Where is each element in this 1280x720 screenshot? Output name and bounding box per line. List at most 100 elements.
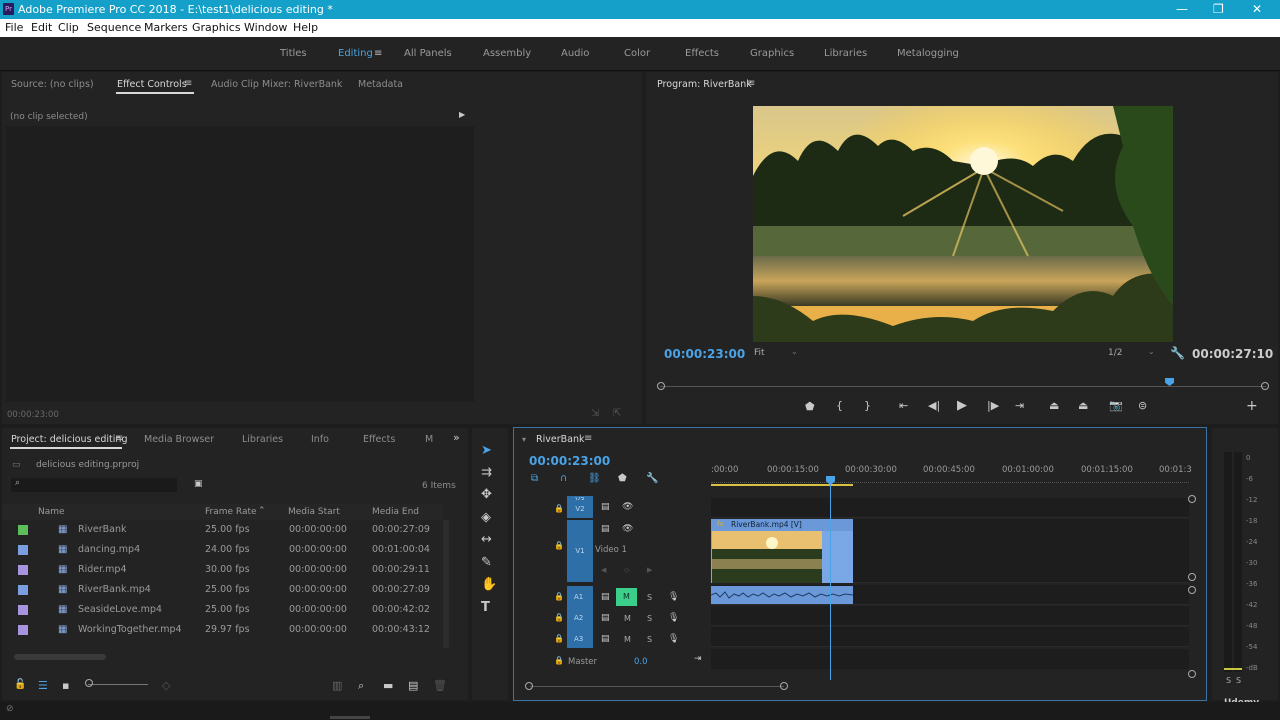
solo-a2-button[interactable]: S bbox=[647, 614, 652, 623]
find-icon[interactable]: ⌕ bbox=[358, 679, 364, 693]
solo-a1-button[interactable]: S bbox=[647, 593, 652, 602]
ripple-edit-tool-icon[interactable]: ✥ bbox=[481, 487, 492, 502]
trash-icon[interactable]: 🗑 bbox=[433, 679, 447, 692]
chevron-down-icon[interactable]: ▾ bbox=[522, 435, 526, 444]
film-icon[interactable]: ▤ bbox=[601, 524, 610, 534]
tab-libraries[interactable]: Libraries bbox=[242, 434, 283, 445]
label-color-swatch[interactable] bbox=[18, 565, 28, 575]
solo-right-button[interactable]: S bbox=[1236, 676, 1241, 685]
vertical-scroll-knob[interactable] bbox=[1188, 670, 1196, 678]
col-media-start[interactable]: Media Start bbox=[288, 507, 340, 517]
eye-icon[interactable]: 👁 bbox=[622, 502, 633, 512]
workspace-effects[interactable]: Effects bbox=[685, 48, 719, 59]
play-triangle-icon[interactable]: ▶ bbox=[459, 110, 465, 119]
lock-icon[interactable]: 🔒 bbox=[554, 541, 564, 550]
sync-lock-icon[interactable]: ▤ bbox=[601, 592, 610, 602]
label-color-swatch[interactable] bbox=[18, 625, 28, 635]
program-playhead[interactable] bbox=[1165, 378, 1175, 386]
tab-media-browser[interactable]: Media Browser bbox=[144, 434, 214, 445]
mute-a1-button[interactable]: M bbox=[616, 588, 637, 606]
maximize-icon[interactable]: ❐ bbox=[1213, 2, 1224, 16]
project-item-row[interactable]: ▦ RiverBank 25.00 fps 00:00:00:00 00:00:27:0… bbox=[2, 520, 442, 540]
a2-lane[interactable] bbox=[711, 606, 1189, 626]
sync-lock-icon[interactable]: ▤ bbox=[601, 613, 610, 623]
tab-project[interactable]: Project: delicious editing bbox=[11, 434, 127, 445]
project-search-input[interactable]: ⌕ bbox=[11, 478, 177, 492]
menu-edit[interactable]: Edit bbox=[31, 21, 52, 34]
lock-icon[interactable]: 🔒 bbox=[554, 634, 564, 643]
label-color-swatch[interactable] bbox=[18, 545, 28, 555]
workspace-graphics[interactable]: Graphics bbox=[750, 48, 794, 59]
keyframe-icon[interactable]: ◇ bbox=[624, 566, 629, 574]
keyframe-prev-icon[interactable]: ◀ bbox=[601, 566, 606, 574]
project-item-row[interactable]: ▦ WorkingTogether.mp4 29.97 fps 00:00:00:00… bbox=[2, 620, 442, 640]
project-item-row[interactable]: ▦ SeasideLove.mp4 25.00 fps 00:00:00:00 00:0… bbox=[2, 600, 442, 620]
mute-a3-button[interactable]: M bbox=[624, 635, 631, 644]
program-timecode[interactable]: 00:00:23:00 bbox=[664, 347, 745, 361]
hand-tool-icon[interactable]: ✋ bbox=[481, 577, 497, 592]
col-frame-rate[interactable]: Frame Rate bbox=[205, 507, 257, 517]
track-v1[interactable]: V1 bbox=[567, 520, 593, 582]
microphone-icon[interactable]: 🎙 bbox=[668, 613, 679, 623]
vertical-scroll-knob[interactable] bbox=[1188, 586, 1196, 594]
go-to-out-icon[interactable]: ⇥ bbox=[1015, 399, 1024, 412]
col-name[interactable]: Name bbox=[38, 507, 65, 517]
project-item-row[interactable]: ▦ dancing.mp4 24.00 fps 00:00:00:00 00:01:00… bbox=[2, 540, 442, 560]
wrench-icon[interactable]: 🔧 bbox=[646, 473, 658, 484]
new-bin-icon[interactable]: ▬ bbox=[383, 679, 393, 692]
horizontal-scrollbar[interactable] bbox=[14, 654, 106, 660]
label-color-swatch[interactable] bbox=[18, 605, 28, 615]
lift-icon[interactable]: ⏏ bbox=[1049, 399, 1059, 412]
button-editor-icon[interactable]: ⊜ bbox=[1138, 399, 1147, 412]
menu-graphics[interactable]: Graphics bbox=[192, 21, 241, 34]
razor-tool-icon[interactable]: ◈ bbox=[481, 510, 491, 525]
menu-sequence[interactable]: Sequence bbox=[87, 21, 141, 34]
track-a1[interactable]: A1 bbox=[574, 593, 583, 601]
go-to-end-icon[interactable]: ⇥ bbox=[694, 654, 702, 664]
step-forward-icon[interactable]: |▶ bbox=[987, 399, 999, 412]
step-back-icon[interactable]: ◀| bbox=[928, 399, 940, 412]
audio-clip[interactable] bbox=[710, 586, 854, 604]
add-marker-icon[interactable]: ⬟ bbox=[618, 473, 627, 484]
zoom-scrollbar[interactable] bbox=[530, 686, 784, 687]
workspace-titles[interactable]: Titles bbox=[280, 48, 307, 59]
close-icon[interactable]: ✕ bbox=[1252, 2, 1262, 16]
project-item-row[interactable]: ▦ Rider.mp4 30.00 fps 00:00:00:00 00:00:29:1… bbox=[2, 560, 442, 580]
mark-out-icon[interactable]: } bbox=[864, 399, 871, 412]
tab-more[interactable]: M bbox=[425, 434, 433, 445]
solo-left-button[interactable]: S bbox=[1226, 676, 1231, 685]
minimize-icon[interactable]: — bbox=[1176, 2, 1188, 16]
filter-icon[interactable]: ⇲ bbox=[591, 408, 599, 419]
hamburger-icon[interactable]: ≡ bbox=[184, 78, 192, 89]
tab-source[interactable]: Source: (no clips) bbox=[11, 79, 94, 90]
menu-clip[interactable]: Clip bbox=[58, 21, 79, 34]
program-title[interactable]: Program: RiverBank bbox=[657, 79, 752, 90]
lock-icon[interactable]: 🔒 bbox=[554, 504, 564, 513]
v2-lane[interactable] bbox=[711, 498, 1189, 518]
col-media-end[interactable]: Media End bbox=[372, 507, 419, 517]
menu-window[interactable]: Window bbox=[244, 21, 287, 34]
chevron-double-right-icon[interactable]: » bbox=[453, 431, 460, 444]
icon-view-icon[interactable]: ▪ bbox=[62, 679, 69, 692]
add-marker-icon[interactable]: ⬟ bbox=[805, 400, 815, 413]
hamburger-icon[interactable]: ≡ bbox=[747, 78, 755, 89]
solo-a3-button[interactable]: S bbox=[647, 635, 652, 644]
selection-tool-icon[interactable]: ➤ bbox=[481, 443, 492, 458]
workspace-libraries[interactable]: Libraries bbox=[824, 48, 867, 59]
lock-icon[interactable]: 🔒 bbox=[554, 656, 564, 665]
film-icon[interactable]: ▤ bbox=[601, 502, 610, 512]
scrollbar[interactable] bbox=[443, 520, 449, 648]
pen-tool-icon[interactable]: ✎ bbox=[481, 555, 492, 570]
video-clip[interactable]: fx RiverBank.mp4 [V] bbox=[711, 519, 853, 583]
play-icon[interactable]: ▶ bbox=[957, 398, 967, 413]
tab-metadata[interactable]: Metadata bbox=[358, 79, 403, 90]
hamburger-icon[interactable]: ≡ bbox=[374, 48, 382, 59]
extract-icon[interactable]: ⏏ bbox=[1078, 399, 1088, 412]
workspace-editing[interactable]: Editing bbox=[338, 48, 373, 59]
zoom-knob-right[interactable] bbox=[780, 682, 788, 690]
zoom-knob-left[interactable] bbox=[525, 682, 533, 690]
slip-tool-icon[interactable]: ↔ bbox=[481, 532, 492, 547]
lock-icon[interactable]: 🔒 bbox=[554, 613, 564, 622]
wrench-icon[interactable]: 🔧 bbox=[1170, 346, 1185, 360]
microphone-icon[interactable]: 🎙 bbox=[668, 592, 679, 602]
